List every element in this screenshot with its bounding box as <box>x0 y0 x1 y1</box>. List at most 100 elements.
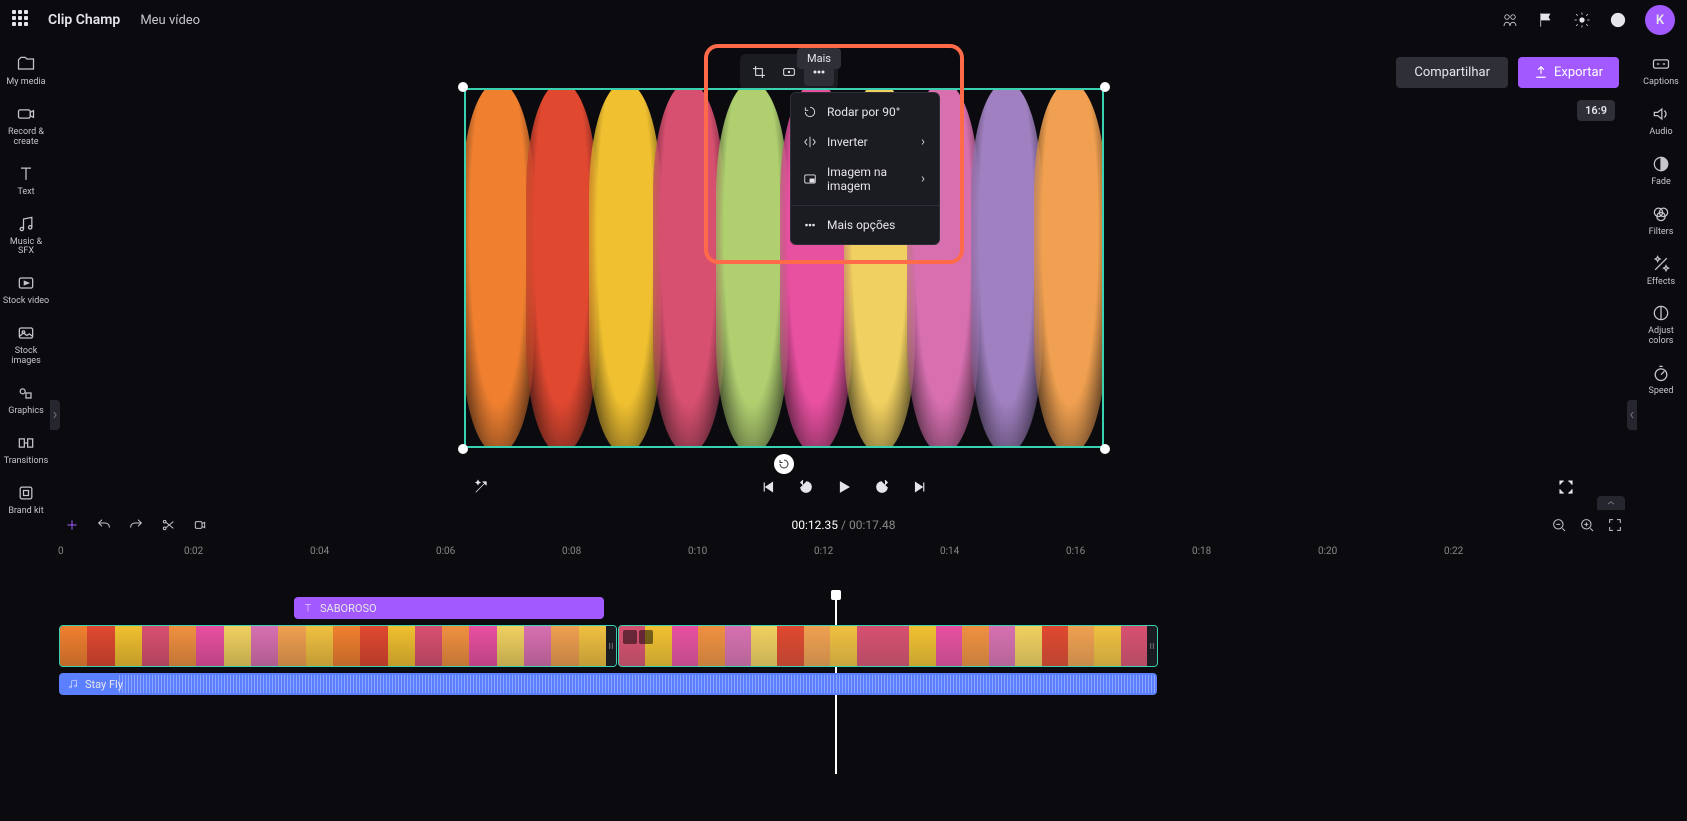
sidebar-label: Brand kit <box>8 507 43 517</box>
settings-icon[interactable] <box>1573 11 1591 29</box>
skip-start-button[interactable] <box>759 478 777 496</box>
ruler-tick: 0:04 <box>310 546 329 557</box>
playback-controls <box>52 478 1635 496</box>
ruler-tick: 0:06 <box>436 546 455 557</box>
sidebar-item-filters[interactable]: Filters <box>1637 198 1685 244</box>
crop-button[interactable] <box>744 58 774 86</box>
user-avatar[interactable]: K <box>1645 5 1675 35</box>
resize-handle-tl[interactable] <box>458 82 468 92</box>
clip-trim-handle[interactable] <box>1147 626 1157 666</box>
dropdown-rotate-90[interactable]: Rodar por 90° <box>791 97 939 127</box>
project-name[interactable]: Meu vídeo <box>140 13 200 28</box>
zoom-out-button[interactable] <box>1551 517 1567 533</box>
collapse-right-panel[interactable] <box>1627 400 1637 430</box>
preview-canvas[interactable] <box>464 88 1104 448</box>
dropdown-separator <box>791 205 939 206</box>
clip-mute-icon[interactable] <box>639 630 653 644</box>
sidebar-item-text[interactable]: Text <box>2 158 50 204</box>
text-clip-label: SABOROSO <box>320 602 377 615</box>
audio-track[interactable]: Stay Fly <box>58 672 1629 694</box>
ruler-tick: 0:08 <box>562 546 581 557</box>
dropdown-flip[interactable]: Inverter <box>791 127 939 157</box>
text-track[interactable]: SABOROSO <box>58 596 1629 618</box>
play-button[interactable] <box>835 478 853 496</box>
dropdown-pip[interactable]: Imagem na imagem <box>791 157 939 201</box>
ruler-tick: 0:20 <box>1318 546 1337 557</box>
skip-end-button[interactable] <box>911 478 929 496</box>
sidebar-item-stock-video[interactable]: Stock video <box>2 267 50 313</box>
timeline-ruler[interactable]: 00:020:040:060:080:100:120:140:160:180:2… <box>58 542 1629 566</box>
text-clip[interactable]: SABOROSO <box>294 597 604 619</box>
sidebar-item-my-media[interactable]: My media <box>2 48 50 94</box>
split-button[interactable] <box>160 517 176 533</box>
sidebar-item-speed[interactable]: Speed <box>1637 357 1685 403</box>
export-button[interactable]: Exportar <box>1518 57 1619 88</box>
sidebar-label: Stock images <box>2 347 50 367</box>
help-icon[interactable] <box>1609 11 1627 29</box>
sidebar-item-music-sfx[interactable]: Music & SFX <box>2 208 50 264</box>
sidebar-label: Transitions <box>4 457 49 467</box>
timeline: 00:12.35 / 00:17.48 00:020:040:060:080:1… <box>58 510 1629 821</box>
topbar: Clip Champ Meu vídeo K <box>0 0 1687 40</box>
audio-waveform <box>119 675 1157 693</box>
sidebar-item-stock-images[interactable]: Stock images <box>2 317 50 373</box>
clip-edit-button[interactable] <box>192 517 208 533</box>
aspect-ratio-badge[interactable]: 16:9 <box>1577 100 1615 121</box>
clip-thumbnails <box>60 626 606 666</box>
sidebar-item-adjust-colors[interactable]: Adjust colors <box>1637 297 1685 353</box>
more-button[interactable]: Mais <box>804 58 834 86</box>
share-button[interactable]: Compartilhar <box>1396 57 1508 88</box>
sidebar-label: Record & create <box>2 128 50 148</box>
timeline-toolbar: 00:12.35 / 00:17.48 <box>58 510 1629 540</box>
add-track-button[interactable] <box>64 517 80 533</box>
resize-handle-br[interactable] <box>1100 444 1110 454</box>
sidebar-label: Music & SFX <box>2 238 50 258</box>
fullscreen-button[interactable] <box>1557 478 1575 496</box>
sidebar-item-graphics[interactable]: Graphics <box>2 377 50 423</box>
sidebar-left: My media Record & create Text Music & SF… <box>0 40 52 510</box>
ruler-tick: 0:14 <box>940 546 959 557</box>
sidebar-label: Adjust colors <box>1637 327 1685 347</box>
sidebar-label: Graphics <box>8 407 43 417</box>
app-launcher-icon[interactable] <box>12 10 32 30</box>
audio-clip[interactable]: Stay Fly <box>59 673 1157 695</box>
clip-trim-handle[interactable] <box>606 626 616 666</box>
resize-handle-tr[interactable] <box>1100 82 1110 92</box>
rewind-button[interactable] <box>797 478 815 496</box>
redo-button[interactable] <box>128 517 144 533</box>
sidebar-item-effects[interactable]: Effects <box>1637 248 1685 294</box>
sidebar-label: Text <box>17 188 34 198</box>
timeline-timecode: 00:12.35 / 00:17.48 <box>791 518 895 532</box>
rotate-handle[interactable] <box>774 454 794 474</box>
ruler-tick: 0:16 <box>1066 546 1085 557</box>
sidebar-label: My media <box>6 78 45 88</box>
ruler-tick: 0:18 <box>1192 546 1211 557</box>
sidebar-label: Speed <box>1648 387 1673 397</box>
undo-button[interactable] <box>96 517 112 533</box>
zoom-in-button[interactable] <box>1579 517 1595 533</box>
video-clip-1[interactable] <box>59 625 617 667</box>
sidebar-label: Fade <box>1651 178 1671 188</box>
dropdown-label: Rodar por 90° <box>827 105 900 119</box>
zoom-fit-button[interactable] <box>1607 517 1623 533</box>
video-clip-2[interactable] <box>618 625 1158 667</box>
sidebar-item-captions[interactable]: Captions <box>1637 48 1685 94</box>
upgrade-icon[interactable] <box>1501 11 1519 29</box>
main-area: My media Record & create Text Music & SF… <box>0 40 1687 510</box>
clip-thumbnails <box>619 626 1147 666</box>
video-track[interactable] <box>58 624 1629 666</box>
flag-icon[interactable] <box>1537 11 1555 29</box>
sidebar-item-record-create[interactable]: Record & create <box>2 98 50 154</box>
sidebar-item-audio[interactable]: Audio <box>1637 98 1685 144</box>
resize-handle-bl[interactable] <box>458 444 468 454</box>
magic-button[interactable] <box>472 478 490 496</box>
total-duration: 00:17.48 <box>849 518 896 532</box>
sidebar-item-fade[interactable]: Fade <box>1637 148 1685 194</box>
forward-button[interactable] <box>873 478 891 496</box>
dropdown-more-options[interactable]: Mais opções <box>791 210 939 240</box>
preview-canvas-wrap <box>464 88 1104 448</box>
collapse-timeline[interactable] <box>1597 496 1625 510</box>
sidebar-item-brand-kit[interactable]: Brand kit <box>2 477 50 523</box>
more-dropdown: Rodar por 90° Inverter Imagem na imagem … <box>790 92 940 245</box>
sidebar-item-transitions[interactable]: Transitions <box>2 427 50 473</box>
